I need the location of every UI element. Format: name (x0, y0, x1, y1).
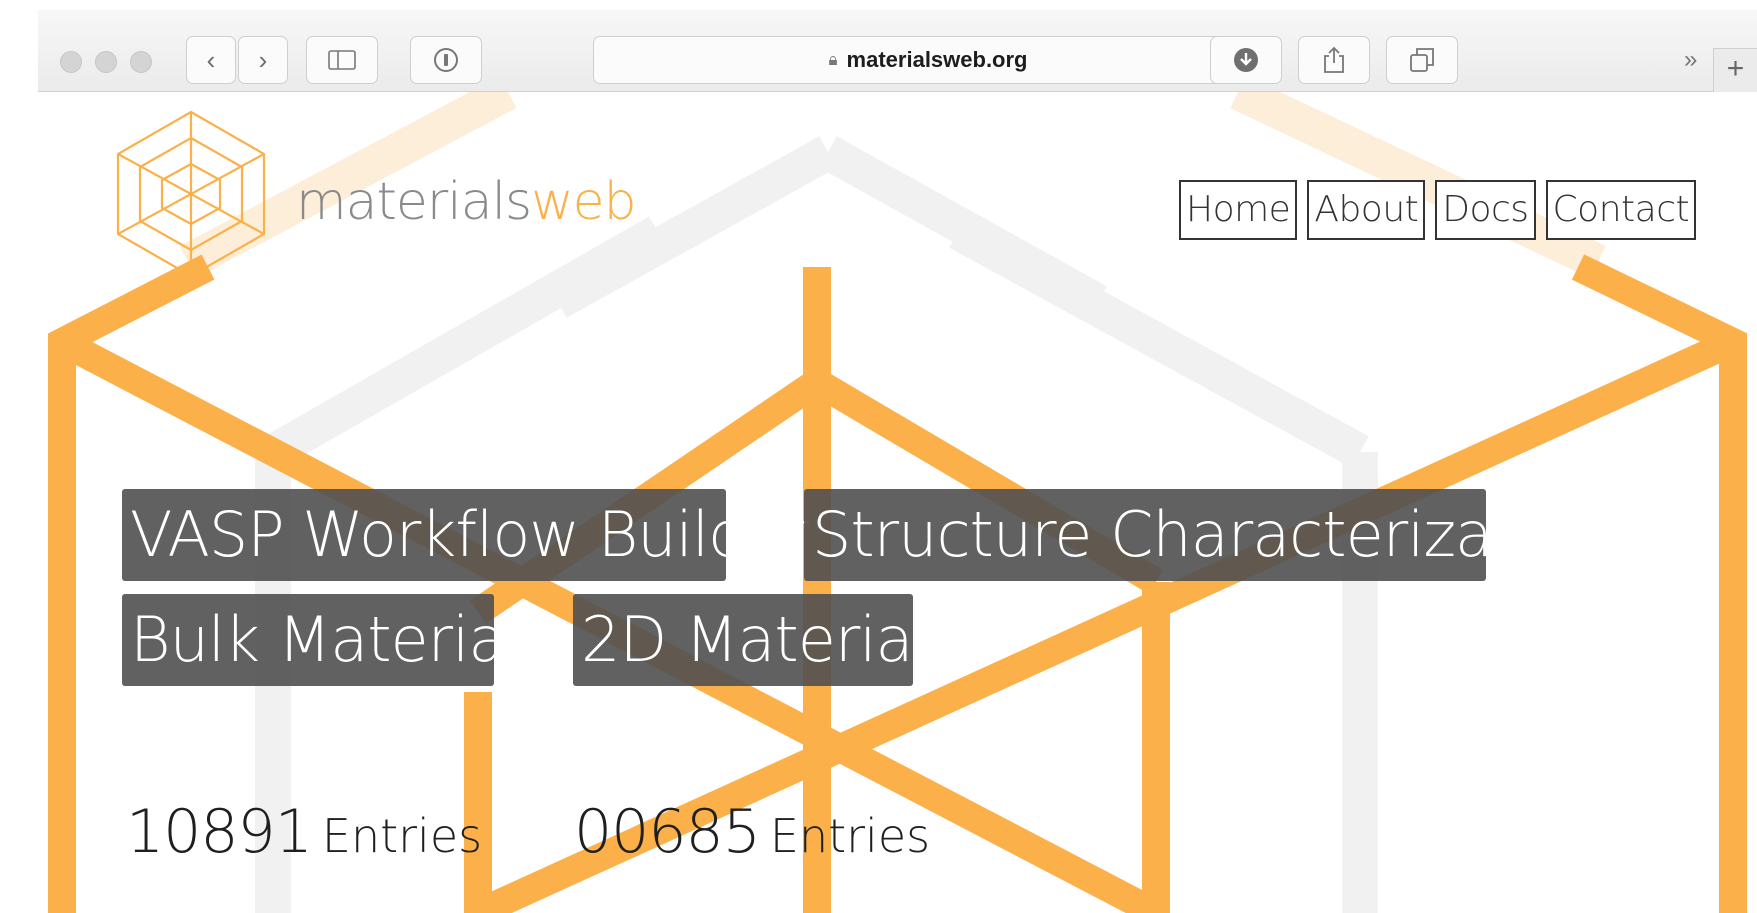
new-tab-button[interactable]: + (1713, 48, 1757, 92)
sidebar-button[interactable] (306, 36, 378, 84)
forward-chevron-icon: › (258, 44, 268, 75)
share-button[interactable] (1298, 36, 1370, 84)
back-button[interactable]: ‹ (186, 36, 236, 84)
window-close-button[interactable] (60, 51, 82, 73)
brand-text-accent: web (531, 172, 637, 232)
tabs-overview-icon (1410, 48, 1434, 72)
2d-entries-label: Entries (769, 809, 931, 863)
2d-materials-tile[interactable]: 2D Materials (573, 594, 961, 686)
share-icon (1324, 46, 1344, 73)
site-brand[interactable]: materialsweb (296, 172, 637, 232)
privacy-report-button[interactable] (410, 36, 482, 84)
downloads-button[interactable] (1210, 36, 1282, 84)
structure-characterization-tile[interactable]: Structure Characterization (804, 489, 1608, 581)
lock-icon: 🔒︎ (828, 50, 838, 69)
main-nav: Home About Docs Contact (1179, 180, 1697, 240)
web-page: materialsweb Home About Docs Contact VAS… (38, 92, 1757, 913)
bulk-entries-label: Entries (321, 809, 483, 863)
window-zoom-button[interactable] (130, 51, 152, 73)
2d-entries-stat: 00685 Entries (574, 795, 930, 873)
materialsweb-logo-icon (116, 110, 266, 278)
tab-overview-button[interactable] (1386, 36, 1458, 84)
forward-button[interactable]: › (238, 36, 288, 84)
sidebar-icon (328, 50, 356, 70)
address-bar[interactable]: 🔒︎ materialsweb.org ↻ (593, 36, 1263, 84)
privacy-report-icon (434, 48, 458, 72)
bulk-materials-tile[interactable]: Bulk Materials (122, 594, 554, 686)
2d-count: 00685 (574, 797, 761, 867)
vasp-workflow-builder-tile[interactable]: VASP Workflow Builder (122, 489, 809, 581)
window-minimize-button[interactable] (95, 51, 117, 73)
download-icon (1234, 48, 1258, 72)
back-chevron-icon: ‹ (206, 44, 216, 75)
brand-text-main: materials (296, 172, 532, 232)
nav-contact[interactable]: Contact (1545, 180, 1697, 240)
more-chevrons-icon[interactable]: » (1684, 46, 1697, 74)
browser-toolbar: ‹ › 🔒︎ materialsweb.org ↻ (38, 10, 1757, 92)
new-tab-plus-icon: + (1726, 52, 1745, 85)
nav-about[interactable]: About (1307, 180, 1426, 240)
bulk-entries-stat: 10891 Entries (126, 795, 482, 873)
nav-home[interactable]: Home (1179, 180, 1298, 240)
bulk-count: 10891 (126, 797, 313, 867)
nav-docs[interactable]: Docs (1435, 180, 1536, 240)
url-text: materialsweb.org (846, 47, 1028, 72)
